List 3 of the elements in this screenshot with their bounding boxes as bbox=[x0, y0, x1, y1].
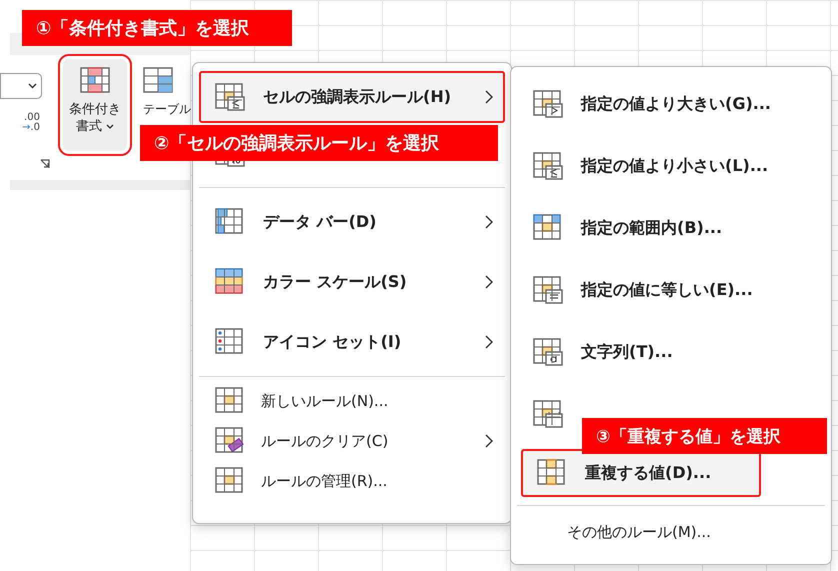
annotation-tooltip: ②「セルの強調表示ルール」を選択 bbox=[140, 125, 498, 161]
annotation-tooltip: ①「条件付き書式」を選択 bbox=[22, 10, 292, 46]
annotation-tooltip: ③「重複する値」を選択 bbox=[582, 418, 827, 454]
